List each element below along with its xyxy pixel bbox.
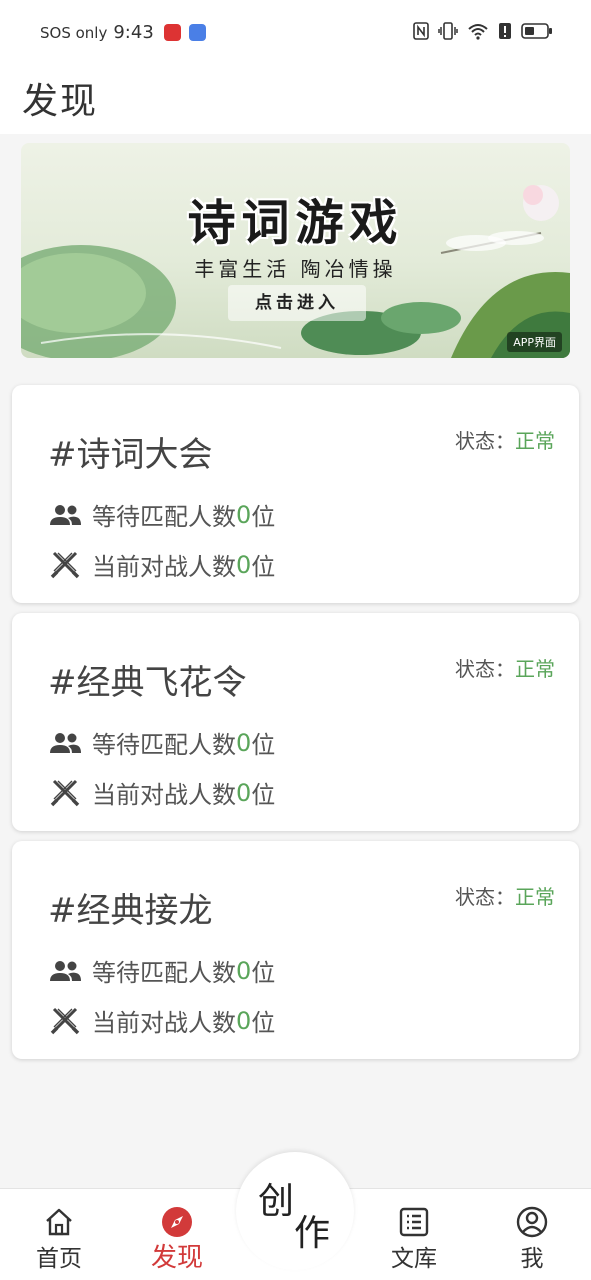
create-button[interactable]: 创 作 <box>236 1152 354 1270</box>
card-title: #经典飞花令 <box>48 663 247 703</box>
waiting-count: 0 <box>236 956 252 985</box>
waiting-count-row: 等待匹配人数 0 位 <box>48 953 275 988</box>
nav-library[interactable]: 文库 <box>364 1189 464 1280</box>
crossed-swords-icon <box>48 551 82 579</box>
battle-count-row: 当前对战人数 0 位 <box>48 775 275 810</box>
status-value: 正常 <box>515 429 555 453</box>
battery-icon <box>521 23 552 39</box>
waiting-count: 0 <box>236 500 252 529</box>
game-card-feihualing[interactable]: #经典飞花令 状态：正常 等待匹配人数 0 位 当前对战人数 0 位 <box>12 613 579 831</box>
card-title: #诗词大会 <box>48 435 213 475</box>
poetry-game-banner[interactable]: 诗词游戏 丰富生活 陶冶情操 点击进入 APP界面 <box>21 143 570 358</box>
create-char-2: 作 <box>294 1213 331 1254</box>
home-icon <box>46 1208 72 1236</box>
battle-count: 0 <box>236 778 252 807</box>
enter-button[interactable]: 点击进入 <box>228 285 366 321</box>
battle-count: 0 <box>236 1006 252 1035</box>
carrier-text: SOS only <box>40 23 108 42</box>
battle-count: 0 <box>236 550 252 579</box>
vibrate-icon <box>438 22 458 40</box>
notification-app-icon <box>188 24 206 41</box>
nav-library-label: 文库 <box>391 1246 437 1272</box>
people-icon <box>48 957 82 985</box>
create-char-1: 创 <box>258 1181 295 1222</box>
waiting-count-row: 等待匹配人数 0 位 <box>48 497 275 532</box>
banner-subtitle: 丰富生活 陶冶情操 <box>194 257 397 281</box>
banner-tag: APP界面 <box>507 332 562 352</box>
status-value: 正常 <box>515 885 555 909</box>
banner-title: 诗词游戏 <box>187 195 404 251</box>
nav-me-label: 我 <box>520 1246 544 1272</box>
waiting-count-row: 等待匹配人数 0 位 <box>48 725 275 760</box>
status-bar: SOS only 9:43 <box>0 0 591 64</box>
compass-icon <box>162 1207 192 1237</box>
battle-count-row: 当前对战人数 0 位 <box>48 1003 275 1038</box>
game-card-idiom-chain[interactable]: #经典接龙 状态：正常 等待匹配人数 0 位 当前对战人数 0 位 <box>12 841 579 1059</box>
status-value: 正常 <box>515 657 555 681</box>
status-text: 状态：正常 <box>455 885 555 909</box>
clock: 9:43 <box>113 22 154 43</box>
crossed-swords-icon <box>48 779 82 807</box>
nav-discover[interactable]: 发现 <box>127 1189 227 1280</box>
status-text: 状态：正常 <box>455 429 555 453</box>
battle-count-row: 当前对战人数 0 位 <box>48 547 275 582</box>
nav-me[interactable]: 我 <box>482 1189 582 1280</box>
status-text: 状态：正常 <box>455 657 555 681</box>
nfc-icon <box>413 22 429 40</box>
page-title: 发现 <box>22 81 99 122</box>
nav-home-label: 首页 <box>36 1246 82 1272</box>
notification-app-icon <box>163 24 181 41</box>
alert-icon <box>499 23 511 39</box>
user-icon <box>516 1206 548 1238</box>
list-icon <box>399 1207 429 1237</box>
waiting-count: 0 <box>236 728 252 757</box>
card-title: #经典接龙 <box>48 891 213 931</box>
wifi-icon <box>468 24 488 40</box>
crossed-swords-icon <box>48 1007 82 1035</box>
people-icon <box>48 729 82 757</box>
people-icon <box>48 501 82 529</box>
game-card-poetry-conference[interactable]: #诗词大会 状态：正常 等待匹配人数 0 位 当前对战人数 0 位 <box>12 385 579 603</box>
nav-home[interactable]: 首页 <box>9 1189 109 1280</box>
header: 发现 <box>0 64 591 134</box>
nav-discover-label: 发现 <box>150 1243 203 1273</box>
